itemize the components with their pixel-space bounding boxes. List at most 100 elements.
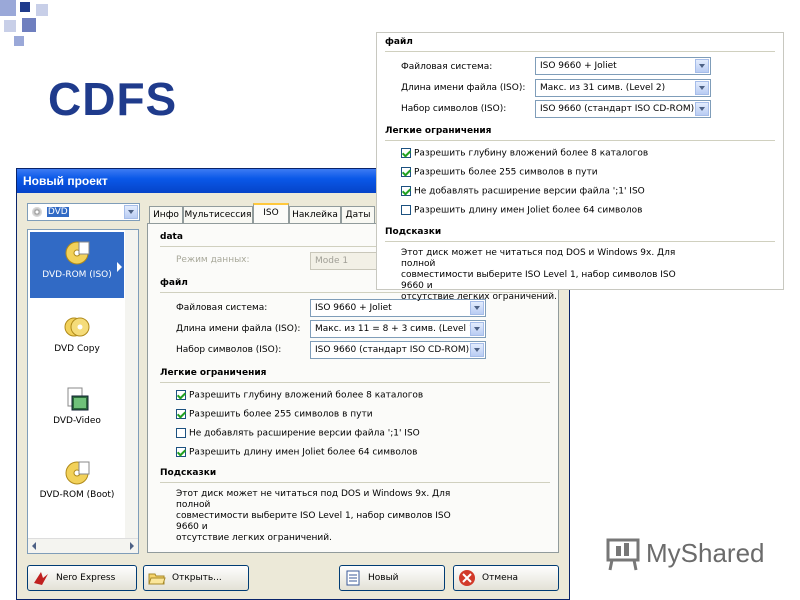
disc-icon	[32, 206, 42, 217]
chevron-down-icon[interactable]	[695, 81, 709, 95]
data-mode-value: Mode 1	[315, 256, 349, 266]
section-hints-title: Подсказки	[160, 468, 217, 478]
tab-iso[interactable]: ISO	[253, 203, 289, 224]
zoom-charset-combo[interactable]: ISO 9660 (стандарт ISO CD-ROM)	[535, 100, 711, 118]
zoom-relax-option[interactable]: Разрешить длину имен Joliet более 64 сим…	[401, 205, 642, 217]
dvd-boot-icon	[64, 460, 90, 486]
checkbox[interactable]	[176, 390, 186, 400]
checkbox[interactable]	[401, 167, 411, 177]
relax-option[interactable]: Разрешить длину имен Joliet более 64 сим…	[176, 447, 417, 459]
chevron-down-icon[interactable]	[695, 59, 709, 73]
zoom-relax-title: Легкие ограничения	[385, 126, 492, 136]
zoom-file-title: файл	[385, 37, 413, 47]
cancel-button[interactable]: Отмена	[453, 565, 559, 591]
hint-line: Этот диск может не читаться под DOS и Wi…	[176, 489, 451, 510]
open-button[interactable]: Открыть...	[143, 565, 249, 591]
option-label: Не добавлять расширение версии файла ';1…	[189, 428, 420, 439]
relax-option[interactable]: Не добавлять расширение версии файла ';1…	[176, 428, 420, 440]
new-button[interactable]: Новый	[339, 565, 445, 591]
chevron-down-icon[interactable]	[124, 205, 138, 219]
divider	[385, 51, 775, 52]
project-label: DVD-ROM (Boot)	[39, 490, 115, 500]
checkbox[interactable]	[401, 205, 411, 215]
section-relax-title: Легкие ограничения	[160, 368, 267, 378]
zoom-len-label: Длина имени файла (ISO):	[401, 83, 526, 93]
checkbox[interactable]	[176, 409, 186, 419]
hint-line: Этот диск может не читаться под DOS и Wi…	[401, 248, 676, 269]
divider	[385, 140, 775, 141]
filename-length-value: Макс. из 11 = 8 + 3 симв. (Level 1)	[315, 324, 479, 334]
tab-label[interactable]: Наклейка	[289, 206, 341, 223]
filename-length-label: Длина имени файла (ISO):	[176, 324, 301, 334]
filename-length-combo[interactable]: Макс. из 11 = 8 + 3 симв. (Level 1)	[310, 320, 486, 338]
hint-line: совместимости выберите ISO Level 1, набо…	[176, 511, 451, 532]
option-label: Разрешить длину имен Joliet более 64 сим…	[189, 447, 418, 458]
option-label: Разрешить глубину вложений более 8 катал…	[189, 390, 424, 401]
list-scrollbar-vertical[interactable]	[125, 230, 138, 538]
divider	[160, 482, 550, 483]
relax-option[interactable]: Разрешить глубину вложений более 8 катал…	[176, 390, 423, 402]
triangle-right-icon	[117, 262, 122, 272]
cancel-label: Отмена	[482, 573, 519, 583]
charset-label: Набор символов (ISO):	[176, 345, 282, 355]
arrow-left-icon[interactable]	[32, 542, 36, 550]
zoom-relax-option[interactable]: Разрешить более 255 символов в пути	[401, 167, 598, 179]
list-item[interactable]: DVD-ROM (Boot)	[30, 452, 124, 518]
zoom-fs-label: Файловая система:	[401, 62, 493, 72]
folder-open-icon	[148, 573, 166, 585]
arrow-right-icon[interactable]	[130, 542, 134, 550]
zoom-relax-option[interactable]: Не добавлять расширение версии файла ';1…	[401, 186, 645, 198]
zoom-fs-value: ISO 9660 + Joliet	[540, 61, 617, 71]
list-item[interactable]: DVD Copy	[30, 306, 124, 372]
option-label: Разрешить более 255 символов в пути	[189, 409, 373, 420]
myshared-logo: MyShared	[606, 536, 765, 576]
list-item[interactable]: DVD-ROM (ISO)	[30, 232, 124, 298]
open-label: Открыть...	[172, 573, 222, 583]
file-system-label: Файловая система:	[176, 303, 268, 313]
list-scrollbar-horizontal[interactable]	[28, 538, 138, 553]
tab-info[interactable]: Инфо	[149, 206, 183, 223]
divider	[160, 382, 550, 383]
zoom-relax-option[interactable]: Разрешить глубину вложений более 8 катал…	[401, 148, 648, 160]
project-list[interactable]: DVD-ROM (ISO) DVD Copy DVD-Video DVD-ROM…	[27, 229, 139, 554]
option-label: Разрешить более 255 символов в пути	[414, 167, 598, 178]
section-data-title: data	[160, 232, 183, 242]
zoom-len-combo[interactable]: Макс. из 31 симв. (Level 2)	[535, 79, 711, 97]
new-label: Новый	[368, 573, 399, 583]
nero-logo-icon	[34, 572, 48, 585]
dvd-video-icon	[64, 386, 90, 412]
chevron-down-icon[interactable]	[470, 343, 484, 357]
project-label: DVD Copy	[54, 344, 100, 354]
nero-express-label: Nero Express	[56, 573, 116, 583]
checkbox[interactable]	[401, 186, 411, 196]
zoom-hints-title: Подсказки	[385, 227, 442, 237]
chevron-down-icon[interactable]	[470, 301, 484, 315]
hint-line: отсутствие легких ограничений.	[401, 292, 557, 302]
tab-multisession[interactable]: Мультисессия	[183, 206, 253, 223]
checkbox[interactable]	[176, 428, 186, 438]
disc-type-combo[interactable]: DVD	[27, 203, 140, 221]
checkbox[interactable]	[176, 447, 186, 457]
hint-line: отсутствие легких ограничений.	[176, 533, 332, 543]
project-label: DVD-Video	[53, 416, 101, 426]
dvd-disc-icon	[64, 240, 90, 266]
option-label: Не добавлять расширение версии файла ';1…	[414, 186, 645, 197]
tab-dates[interactable]: Даты	[341, 206, 375, 223]
hint-text: Этот диск может не читаться под DOS и Wi…	[176, 489, 476, 544]
checkbox[interactable]	[401, 148, 411, 158]
logo-text: MyShared	[646, 538, 765, 568]
nero-express-button[interactable]: Nero Express	[27, 565, 137, 591]
relax-option[interactable]: Разрешить более 255 символов в пути	[176, 409, 373, 421]
data-mode-label: Режим данных:	[176, 255, 250, 265]
charset-combo[interactable]: ISO 9660 (стандарт ISO CD-ROM)	[310, 341, 486, 359]
chevron-down-icon[interactable]	[470, 322, 484, 336]
file-system-value: ISO 9660 + Joliet	[315, 303, 392, 313]
option-label: Разрешить глубину вложений более 8 катал…	[414, 148, 649, 159]
chevron-down-icon[interactable]	[695, 102, 709, 116]
slide-title: CDFS	[48, 73, 178, 125]
zoom-fs-combo[interactable]: ISO 9660 + Joliet	[535, 57, 711, 75]
divider	[385, 241, 775, 242]
zoom-charset-label: Набор символов (ISO):	[401, 104, 507, 114]
section-file-title: файл	[160, 278, 188, 288]
list-item[interactable]: DVD-Video	[30, 378, 124, 444]
